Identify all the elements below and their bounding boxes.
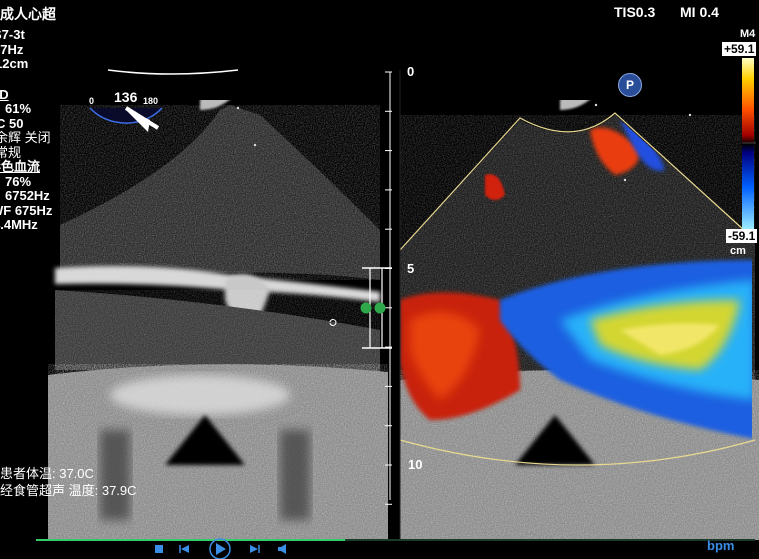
left-sector-arc	[107, 69, 239, 75]
logo: bpm	[707, 538, 735, 553]
wall-filter: WF 675Hz	[0, 202, 53, 218]
angle-value: 136	[114, 89, 138, 105]
preset-badge: P	[618, 73, 642, 97]
depth-marker-5: 5	[407, 261, 415, 276]
playback-controls	[155, 538, 286, 559]
velocity-color-bar	[742, 58, 754, 230]
colormap-id: M4	[740, 28, 756, 40]
color-mode: 彩色血流	[0, 159, 41, 174]
probe-name: S7-3t	[0, 27, 25, 42]
acquisition-params: S7-3t 17Hz 12cm 2D 61% C 50 余辉 关闭 常规 彩色血…	[0, 27, 53, 233]
ultrasound-viewport	[36, 58, 759, 559]
velocity-max: +59.1	[722, 42, 757, 56]
velocity-min: -59.1	[726, 229, 758, 243]
stop-button[interactable]	[155, 545, 163, 553]
probe-angle-dial	[89, 106, 163, 132]
prev-button[interactable]	[179, 545, 189, 553]
left-bmode-pane	[48, 100, 388, 540]
right-color-pane	[400, 100, 759, 540]
persist-value: 余辉 关闭	[0, 130, 51, 145]
velocity-unit: cm	[730, 245, 746, 257]
tis-readout: TIS0.3	[614, 4, 656, 20]
gain-2d: 61%	[5, 101, 32, 116]
frequency-value: 4.4MHz	[0, 217, 38, 232]
depth-marker-10: 10	[408, 457, 423, 472]
probe-temperature: 经食管超声 温度: 37.9C	[0, 483, 137, 498]
depth-marker-0: 0	[407, 64, 415, 79]
mode-2d: 2D	[0, 86, 9, 102]
frame-rate: 17Hz	[0, 41, 24, 57]
play-button[interactable]	[209, 538, 231, 559]
preset-title: 成人心超	[0, 6, 56, 22]
patient-temperature: 患者体温: 37.0C	[0, 466, 94, 481]
mi-readout: MI 0.4	[680, 4, 719, 20]
general-mode: 常规	[0, 144, 22, 160]
depth-value: 12cm	[0, 56, 29, 71]
angle-min: 0	[89, 96, 95, 106]
compress-value: C 50	[0, 115, 24, 131]
prf-value: 6752Hz	[5, 188, 50, 203]
color-gain: 76%	[5, 173, 32, 189]
next-button[interactable]	[250, 545, 260, 553]
angle-max: 180	[143, 96, 159, 106]
volume-icon[interactable]	[278, 544, 286, 554]
